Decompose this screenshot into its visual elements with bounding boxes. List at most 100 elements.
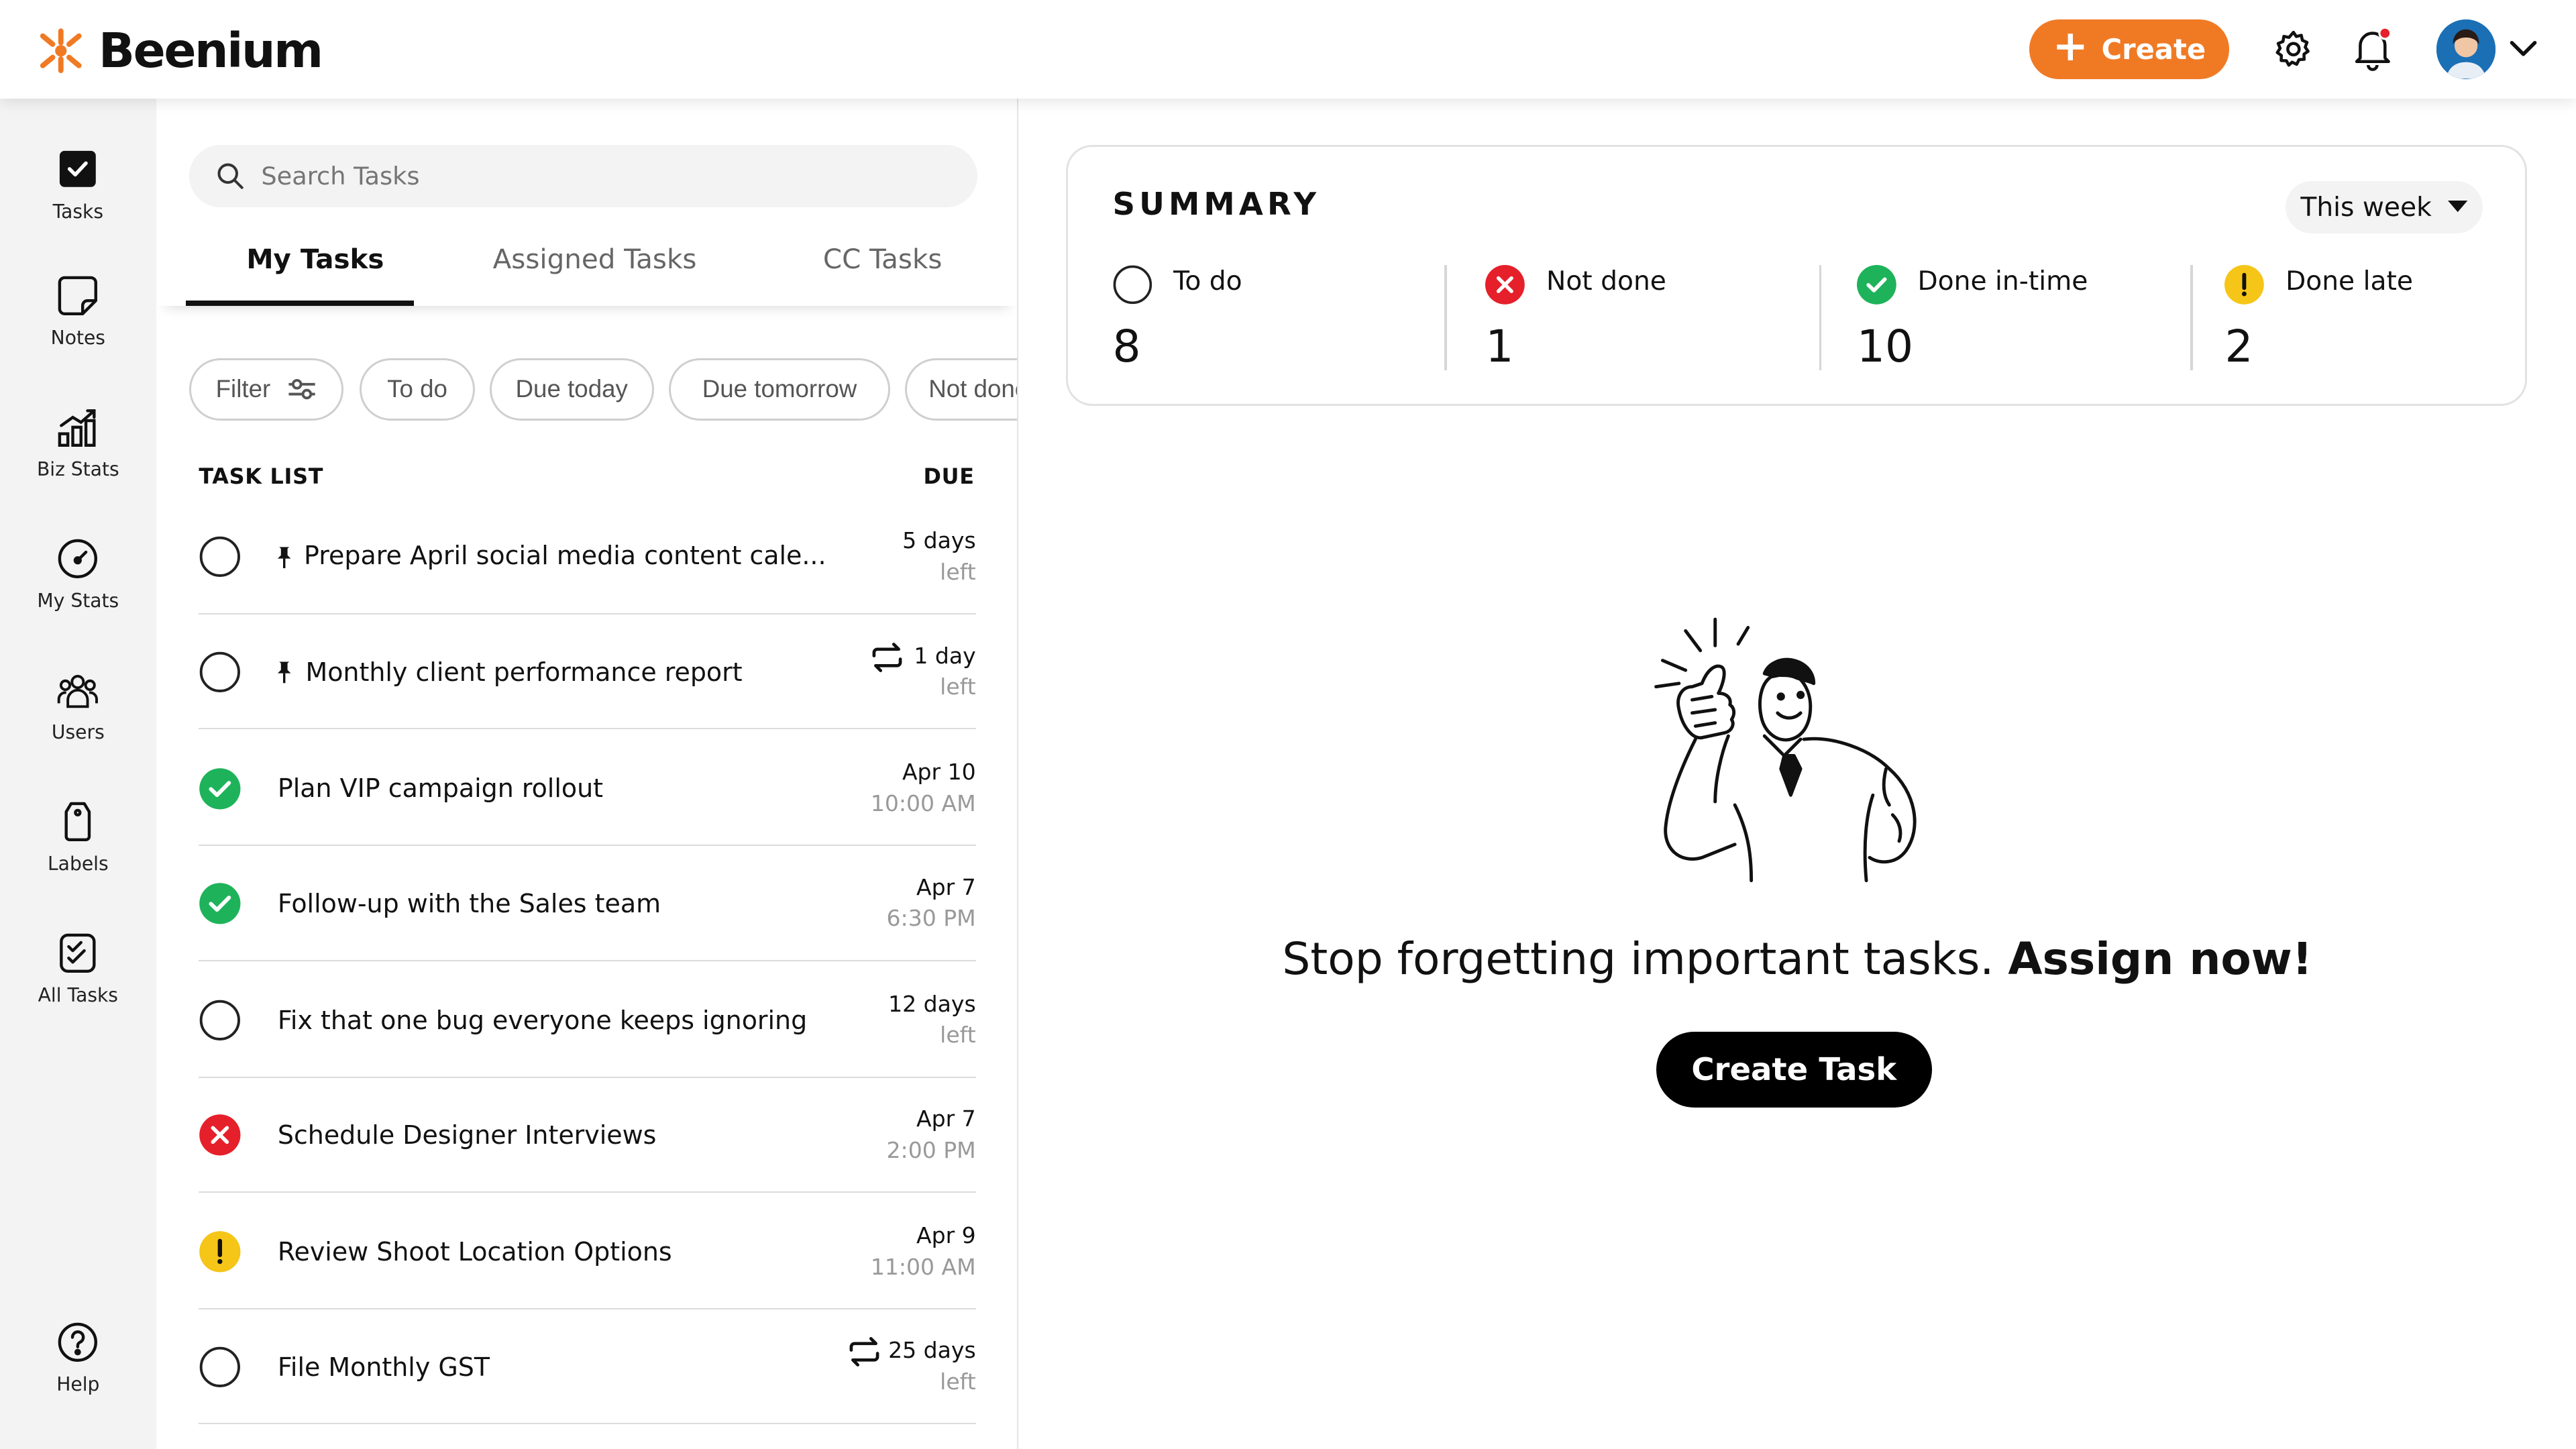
create-button[interactable]: + Create — [2029, 19, 2230, 79]
sidebar-item-label: Tasks — [52, 200, 104, 223]
filter-button[interactable]: Filter — [189, 358, 343, 421]
pin-icon — [277, 547, 291, 569]
task-row[interactable]: File Monthly GST 25 days left — [199, 1309, 976, 1425]
user-avatar[interactable] — [2436, 19, 2496, 79]
due-secondary: left — [940, 558, 976, 585]
summary-title: SUMMARY — [1112, 186, 1321, 223]
stat-value: 1 — [1485, 321, 1514, 373]
task-title: File Monthly GST — [277, 1352, 490, 1382]
tag-icon — [64, 802, 91, 841]
filter-chip-due-today[interactable]: Due today — [489, 358, 654, 421]
search-box[interactable] — [189, 144, 978, 207]
tasks-panel: My Tasks Assigned Tasks CC Tasks Filter … — [156, 98, 1019, 1449]
due-secondary: left — [940, 1368, 976, 1395]
promo-message: Stop forgetting important tasks. Assign … — [1018, 933, 2576, 985]
task-row[interactable]: Prepare April social media content cale.… — [199, 499, 976, 614]
summary-card: SUMMARY This week To do 8 Not done 1 Don… — [1066, 144, 2527, 406]
stat-done-late[interactable]: Done late 2 — [2224, 262, 2553, 374]
filter-chip-due-tomorrow[interactable]: Due tomorrow — [668, 358, 891, 421]
todo-circle-icon[interactable] — [199, 651, 241, 694]
repeat-icon — [849, 1337, 879, 1367]
check-circle-icon[interactable] — [199, 882, 241, 925]
task-title: Plan VIP campaign rollout — [277, 773, 604, 804]
sidebar-item-tasks[interactable]: Tasks — [0, 148, 156, 223]
check-circle-icon[interactable] — [199, 767, 241, 810]
tab-my-tasks[interactable]: My Tasks — [246, 243, 384, 275]
stat-label: To do — [1173, 266, 1242, 297]
task-row[interactable]: Schedule Designer Interviews Apr 7 2:00 … — [199, 1078, 976, 1193]
stat-label: Done late — [2286, 266, 2413, 297]
bar-chart-icon — [58, 409, 97, 447]
tasks-icon — [60, 151, 97, 188]
filter-label: Filter — [215, 375, 271, 403]
sidebar-item-label: Notes — [50, 327, 105, 350]
due-secondary: 11:00 AM — [870, 1253, 976, 1280]
sidebar-item-label: Biz Stats — [36, 458, 119, 481]
stat-value: 8 — [1112, 321, 1141, 373]
pin-icon — [277, 661, 291, 684]
due-primary: Apr 7 — [916, 1106, 976, 1132]
todo-circle-icon[interactable] — [199, 999, 241, 1042]
bell-icon[interactable] — [2351, 26, 2394, 72]
task-row[interactable]: Follow-up with the Sales team Apr 7 6:30… — [199, 846, 976, 961]
gear-icon[interactable] — [2272, 26, 2315, 72]
task-row[interactable]: Plan VIP campaign rollout Apr 10 10:00 A… — [199, 731, 976, 847]
sidebar-item-label: Users — [51, 721, 105, 744]
sidebar-item-all-tasks[interactable]: All Tasks — [0, 932, 156, 1006]
due-header: DUE — [923, 463, 975, 489]
active-tab-indicator — [185, 301, 415, 306]
sidebar-item-notes[interactable]: Notes — [0, 274, 156, 349]
brand-logo[interactable]: Beenium — [36, 23, 323, 79]
filter-chip-to-do[interactable]: To do — [360, 358, 475, 421]
todo-circle-icon[interactable] — [199, 535, 241, 578]
due-primary: Apr 10 — [902, 759, 976, 786]
stat-to-do[interactable]: To do 8 — [1113, 262, 1442, 374]
task-row[interactable]: Fix that one bug everyone keeps ignoring… — [199, 963, 976, 1078]
task-row[interactable]: Review Shoot Location Options Apr 9 11:0… — [199, 1194, 976, 1309]
due-secondary: left — [940, 674, 976, 700]
task-title: Review Shoot Location Options — [277, 1237, 672, 1267]
due-secondary: 2:00 PM — [886, 1136, 976, 1163]
check-circle-icon — [1856, 264, 1896, 305]
filter-chip-not-done[interactable]: Not done — [905, 358, 1018, 421]
search-input[interactable] — [261, 161, 918, 191]
sidebar-item-users[interactable]: Users — [0, 669, 156, 743]
period-dropdown[interactable]: This week — [2286, 180, 2483, 234]
stat-done-in-time[interactable]: Done in-time 10 — [1856, 262, 2186, 374]
help-icon — [58, 1322, 98, 1362]
due-primary: 25 days — [888, 1337, 976, 1364]
due-primary: Apr 9 — [916, 1222, 976, 1249]
warning-circle-icon[interactable] — [199, 1230, 241, 1273]
task-title: Schedule Designer Interviews — [277, 1120, 657, 1150]
sidebar-item-biz-stats[interactable]: Biz Stats — [0, 406, 156, 480]
sidebar: Tasks Notes Biz Stats My Stats Users Lab… — [0, 98, 156, 1449]
search-icon — [217, 163, 244, 189]
tab-cc-tasks[interactable]: CC Tasks — [823, 243, 942, 275]
speedometer-icon — [58, 539, 98, 578]
due-primary: 1 day — [914, 642, 976, 669]
period-label: This week — [2300, 192, 2432, 223]
top-bar: Beenium + Create — [0, 0, 2576, 99]
caret-down-icon — [2448, 201, 2468, 213]
task-row[interactable]: Monthly client performance report 1 day … — [199, 614, 976, 730]
stat-divider — [1819, 264, 1822, 370]
sliders-icon — [288, 379, 315, 400]
stat-not-done[interactable]: Not done 1 — [1485, 262, 1814, 374]
x-circle-icon[interactable] — [199, 1114, 241, 1157]
sidebar-item-my-stats[interactable]: My Stats — [0, 537, 156, 612]
tab-assigned-tasks[interactable]: Assigned Tasks — [493, 243, 697, 275]
due-primary: Apr 7 — [916, 873, 976, 900]
sidebar-item-label: Help — [56, 1373, 100, 1396]
create-task-button[interactable]: Create Task — [1656, 1031, 1932, 1108]
todo-circle-icon[interactable] — [199, 1346, 241, 1389]
due-primary: 12 days — [888, 990, 976, 1017]
chevron-down-icon[interactable] — [2507, 33, 2540, 66]
checklist-icon — [60, 933, 97, 973]
x-circle-icon — [1485, 264, 1525, 305]
sidebar-item-help[interactable]: Help — [0, 1321, 156, 1395]
app-name: Beenium — [98, 23, 323, 79]
users-icon — [58, 674, 99, 708]
stat-label: Not done — [1546, 266, 1666, 297]
app-root: Beenium + Create Tasks Notes Biz Stats M… — [0, 0, 2576, 1449]
sidebar-item-labels[interactable]: Labels — [0, 800, 156, 875]
